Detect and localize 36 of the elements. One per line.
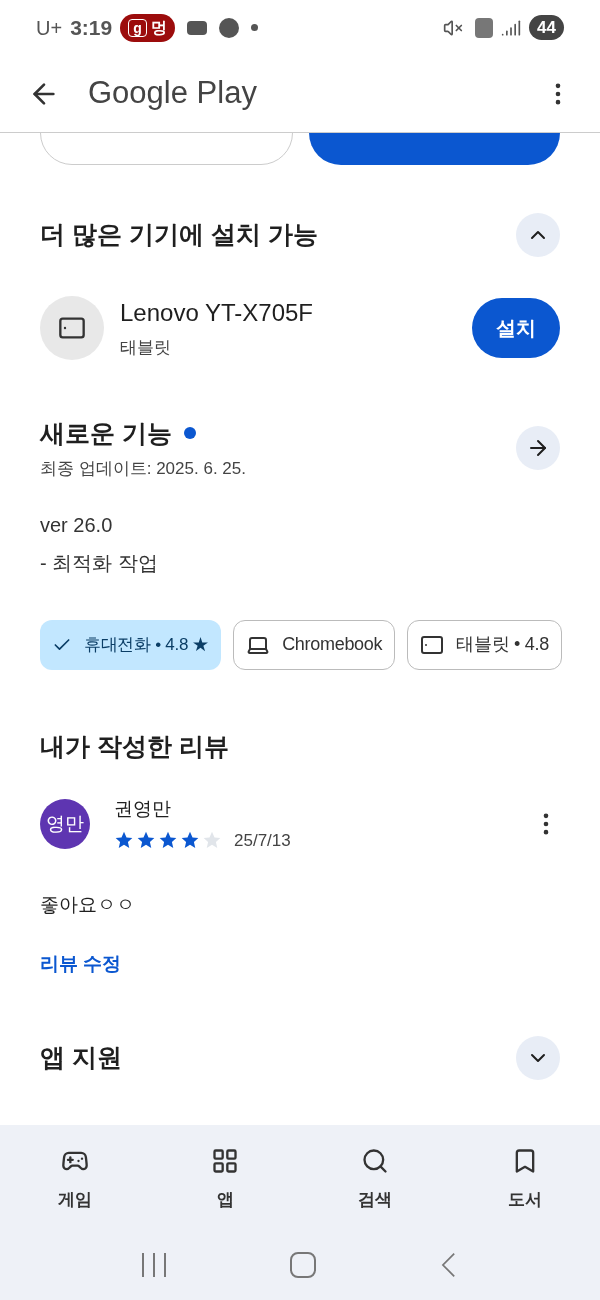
clock: 3:19: [70, 14, 113, 41]
badge-text: 멍: [150, 17, 167, 38]
review-text: 좋아요ㅇㅇ: [39, 893, 136, 917]
update-date: 최종 업데이트: 2025. 6. 25.: [40, 458, 246, 480]
search-icon: [361, 1146, 389, 1175]
release-note: - 최적화 작업: [40, 550, 159, 576]
nav-tab[interactable]: 게임: [0, 1142, 150, 1213]
carrier: U+: [36, 15, 63, 41]
recent-apps-icon[interactable]: [142, 1253, 166, 1277]
section-title: 더 많은 기기에 설치 가능: [40, 219, 318, 251]
collapse-button[interactable]: [516, 213, 560, 257]
more-button[interactable]: [516, 426, 560, 470]
nav-tab[interactable]: 앱: [150, 1142, 300, 1213]
reviewer-name: 권영만: [114, 797, 172, 821]
section-title: 내가 작성한 리뷰: [39, 730, 230, 762]
section-title: 새로운 기능: [40, 417, 172, 449]
nav-tab[interactable]: 검색: [300, 1142, 450, 1213]
device-type: 태블릿: [120, 337, 172, 359]
device-chip[interactable]: 휴대전화 • 4.8 ★: [40, 619, 222, 670]
nav-tab[interactable]: 도서: [450, 1142, 600, 1213]
device-chip[interactable]: Chromebook: [233, 619, 396, 670]
release-note: ver 26.0: [40, 512, 114, 538]
badge-letter: g: [128, 18, 147, 37]
user-avatar: 영만: [40, 799, 90, 849]
app-title: Google Play: [88, 74, 257, 113]
device-chip[interactable]: 태블릿 • 4.8: [407, 619, 562, 670]
review-date: 25/7/13: [234, 829, 291, 852]
install-button[interactable]: 설치: [472, 297, 560, 358]
grid-icon: [211, 1146, 239, 1175]
expand-button[interactable]: [516, 1036, 560, 1080]
device-name: Lenovo YT-X705F: [120, 298, 314, 328]
battery-level: 44: [529, 14, 564, 41]
mute-icon: [443, 17, 464, 38]
home-icon[interactable]: [290, 1252, 316, 1278]
section-title: 앱 지원: [40, 1042, 122, 1074]
edit-review-link[interactable]: 리뷰 수정: [0, 949, 600, 978]
